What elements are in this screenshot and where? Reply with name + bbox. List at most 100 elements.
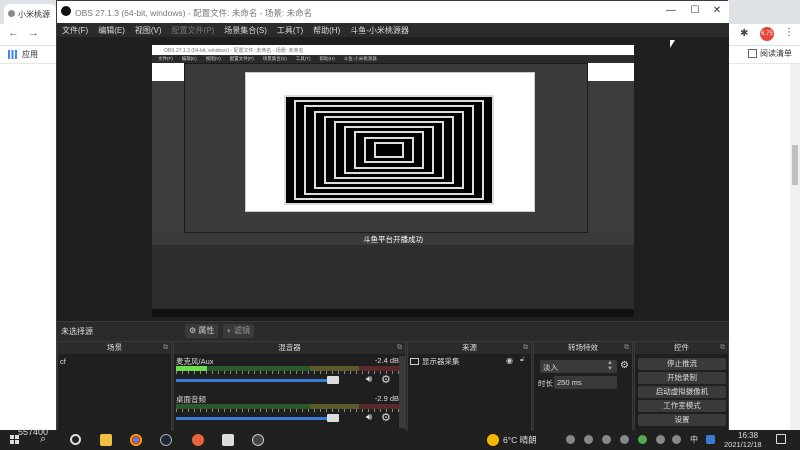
- menu-item[interactable]: 场景集合(S): [219, 23, 272, 37]
- menu-item[interactable]: 斗鱼-小米桃源器: [345, 23, 414, 37]
- page-scrollbar-thumb[interactable]: [792, 145, 798, 185]
- obs-preview[interactable]: OBS 27.1.3 (64-bit, windows) - 配置文件: 未命名…: [57, 37, 729, 321]
- ime-indicator[interactable]: 中: [690, 434, 698, 445]
- sources-dock: 来源 ⧉ 显示器采集 ◉ 🔓︎: [407, 341, 532, 431]
- chrome-menu-icon[interactable]: ⋮: [784, 27, 794, 38]
- maximize-icon[interactable]: ☐: [683, 5, 707, 16]
- mixer-title: 混音器: [278, 343, 301, 352]
- filter-icon: ◐: [227, 326, 232, 335]
- obs-taskbar-icon[interactable]: [252, 434, 264, 446]
- inner-screen: [245, 72, 535, 212]
- steam-icon[interactable]: [160, 434, 172, 446]
- nested-docks: [152, 245, 634, 309]
- menu-item[interactable]: 配置文件(P): [167, 23, 220, 37]
- scenes-dock-header: 场景 ⧉: [58, 342, 171, 354]
- app-g-icon[interactable]: [192, 434, 204, 446]
- extensions-icon[interactable]: ✱: [740, 28, 748, 39]
- file-explorer-icon[interactable]: [100, 434, 112, 446]
- scenes-dock: 场景 ⧉ cf: [57, 341, 172, 431]
- reading-list-label[interactable]: 阅读清单: [760, 48, 792, 59]
- channel-gear-icon[interactable]: ⚙: [381, 373, 391, 386]
- source-item[interactable]: 显示器采集: [422, 356, 460, 367]
- tray-app-icon[interactable]: [706, 435, 715, 444]
- apps-grid-icon[interactable]: [8, 50, 17, 59]
- obs-logo-icon: [61, 6, 71, 16]
- volume-slider-handle[interactable]: [326, 376, 339, 384]
- nested-preview: [184, 63, 588, 233]
- duration-input[interactable]: 250 ms: [554, 376, 617, 389]
- lock-icon[interactable]: 🔓︎: [520, 356, 525, 364]
- duration-label: 时长: [538, 379, 553, 388]
- chrome-icon[interactable]: [130, 434, 142, 446]
- scene-item[interactable]: cf: [60, 357, 66, 366]
- windows-taskbar: ⌕ 6°C 晴朗 中 16:38 2021/12/18: [0, 430, 800, 450]
- tab-favicon-icon: [8, 10, 15, 17]
- menu-item[interactable]: 文件(F): [57, 23, 93, 37]
- overlay-number: 557400: [18, 427, 49, 437]
- dock-float-icon[interactable]: ⧉: [523, 342, 528, 354]
- weather-sun-icon[interactable]: [487, 434, 499, 446]
- chrome-tab[interactable]: 小米桃源: [4, 4, 56, 24]
- forward-arrow-icon[interactable]: →: [28, 27, 39, 39]
- menu-item[interactable]: 视图(V): [130, 23, 167, 37]
- eye-icon[interactable]: ◉: [506, 356, 513, 365]
- app-window-icon[interactable]: [222, 434, 234, 446]
- volume-slider-handle[interactable]: [326, 414, 339, 422]
- transition-gear-icon[interactable]: ⚙: [620, 360, 629, 371]
- dock-float-icon[interactable]: ⧉: [397, 342, 402, 354]
- transition-select[interactable]: 淡入: [540, 360, 617, 373]
- mixer-scrollbar[interactable]: [399, 356, 405, 428]
- nested-menu-item: 工具(T): [295, 56, 311, 61]
- reading-list-icon[interactable]: [748, 49, 757, 58]
- tray-app-icon[interactable]: [638, 435, 647, 444]
- start-recording-button[interactable]: 开始录制: [638, 372, 726, 384]
- settings-button[interactable]: 设置: [638, 414, 726, 426]
- transitions-dock: 转场特效 ⧉ 淡入 ▲ ▼ ⚙ 时长 250 ms: [533, 341, 633, 431]
- dock-float-icon[interactable]: ⧉: [624, 342, 629, 354]
- obs-window: OBS 27.1.3 (64-bit, windows) - 配置文件: 未命名…: [56, 0, 729, 432]
- menu-item[interactable]: 工具(T): [272, 23, 308, 37]
- properties-button[interactable]: ⚙ 属性: [185, 324, 219, 338]
- page-scrollbar[interactable]: [790, 64, 800, 430]
- tray-app-icon[interactable]: [566, 435, 575, 444]
- menu-item[interactable]: 编辑(E): [93, 23, 130, 37]
- volume-icon[interactable]: [672, 435, 681, 444]
- network-icon[interactable]: [656, 435, 665, 444]
- filters-button[interactable]: ◐ 滤镜: [223, 324, 255, 338]
- tray-app-icon[interactable]: [584, 435, 593, 444]
- nested-stream-notification: 斗鱼平台开播成功: [152, 233, 634, 245]
- nested-menu-item: 配置文件(P): [229, 56, 254, 61]
- mouse-cursor-icon: [670, 40, 680, 48]
- clock-date[interactable]: 2021/12/18: [724, 440, 762, 449]
- back-arrow-icon[interactable]: ←: [8, 27, 19, 39]
- weather-widget[interactable]: 6°C 晴朗: [503, 434, 537, 446]
- clock-time[interactable]: 16:38: [738, 431, 758, 440]
- notification-icon[interactable]: [776, 434, 786, 444]
- dock-float-icon[interactable]: ⧉: [163, 342, 168, 354]
- speaker-icon[interactable]: 🔊︎: [366, 412, 372, 423]
- mixer-channel: 桌面音频 -2.9 dB 🔊︎ ⚙: [176, 394, 399, 432]
- nested-screen-capture: OBS 27.1.3 (64-bit, windows) - 配置文件: 未命名…: [152, 45, 634, 317]
- dock-float-icon[interactable]: ⧉: [720, 342, 725, 354]
- minimize-icon[interactable]: —: [659, 5, 683, 16]
- tray-app-icon[interactable]: [620, 435, 629, 444]
- speaker-icon[interactable]: 🔊︎: [366, 374, 372, 385]
- channel-gear-icon[interactable]: ⚙: [381, 411, 391, 424]
- task-view-icon[interactable]: [70, 434, 81, 445]
- tunnel-frame: [374, 141, 404, 159]
- tray-app-icon[interactable]: [602, 435, 611, 444]
- apps-label[interactable]: 应用: [22, 49, 38, 60]
- menu-item[interactable]: 帮助(H): [308, 23, 345, 37]
- studio-mode-button[interactable]: 工作室模式: [638, 400, 726, 412]
- close-icon[interactable]: ✕: [705, 5, 729, 16]
- volume-slider[interactable]: [176, 417, 336, 420]
- select-arrows-icon: ▲ ▼: [607, 360, 613, 372]
- channel-db: -2.9 dB: [374, 394, 399, 403]
- stop-streaming-button[interactable]: 停止推流: [638, 358, 726, 370]
- volume-slider[interactable]: [176, 379, 336, 382]
- controls-title: 控件: [674, 343, 689, 352]
- source-toolbar: 未选择源 ⚙ 属性 ◐ 滤镜: [57, 321, 729, 341]
- profile-avatar[interactable]: 6.75: [760, 27, 774, 41]
- obs-title-bar: OBS 27.1.3 (64-bit, windows) - 配置文件: 未命名…: [57, 1, 729, 23]
- virtual-camera-button[interactable]: 启动虚拟摄像机: [638, 386, 726, 398]
